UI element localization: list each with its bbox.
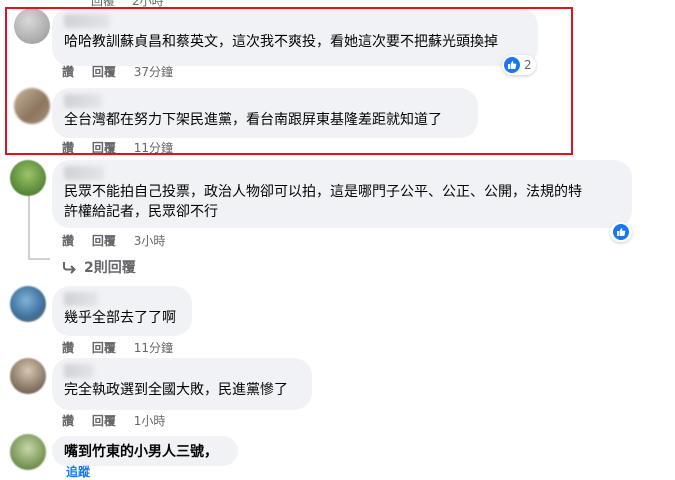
comment-text: 民眾不能拍自己投票，政治人物卻可以拍，這是哪門子公平、公正、公開，法規的特 許權… bbox=[64, 184, 582, 220]
timestamp[interactable]: 1小時 bbox=[134, 413, 166, 429]
timestamp[interactable]: 11分鐘 bbox=[134, 140, 173, 156]
commenter-name[interactable] bbox=[64, 94, 102, 108]
reply-link[interactable]: 回覆 bbox=[92, 413, 116, 429]
timestamp[interactable]: 11分鐘 bbox=[134, 340, 173, 356]
commenter-name[interactable] bbox=[64, 166, 104, 180]
timestamp[interactable]: 3小時 bbox=[134, 233, 166, 249]
comment-actions: 讚 回覆 11分鐘 bbox=[62, 140, 187, 156]
thread-connector bbox=[28, 258, 50, 260]
view-replies-button[interactable]: 2則回覆 bbox=[62, 257, 136, 277]
comment-bubble: 完全執政選到全國大敗，民進黨慘了 bbox=[52, 358, 312, 410]
commenter-name[interactable] bbox=[64, 292, 98, 306]
avatar[interactable] bbox=[14, 88, 50, 124]
reply-link[interactable]: 回覆 bbox=[92, 233, 116, 249]
reaction-number: 2 bbox=[524, 58, 532, 72]
like-icon bbox=[613, 224, 629, 240]
comment-text: 哈哈教訓蘇貞昌和蔡英文，這次我不爽投，看她這次要不把蘇光頭換掉 bbox=[64, 34, 498, 50]
replies-label: 2則回覆 bbox=[84, 260, 136, 276]
comment-actions: 讚 回覆 3小時 bbox=[62, 233, 179, 249]
like-link[interactable]: 讚 bbox=[62, 413, 74, 429]
comment-actions: 讚 回覆 11分鐘 bbox=[62, 340, 187, 356]
reply-arrow-icon bbox=[63, 262, 76, 274]
comment-text: 完全執政選到全國大敗，民進黨慘了 bbox=[64, 382, 288, 398]
reply-link[interactable]: 回覆 bbox=[92, 140, 116, 156]
previous-comment-actions: 回覆 2小時 bbox=[0, 0, 675, 8]
comment-actions: 讚 回覆 1小時 bbox=[62, 413, 179, 429]
comment-bubble: 哈哈教訓蘇貞昌和蔡英文，這次我不爽投，看她這次要不把蘇光頭換掉 bbox=[52, 8, 538, 66]
follow-link[interactable]: 追蹤 bbox=[66, 465, 90, 479]
comment-actions: 讚 回覆 37分鐘 bbox=[62, 64, 187, 80]
avatar[interactable] bbox=[14, 8, 50, 44]
avatar[interactable] bbox=[10, 434, 46, 470]
commenter-name[interactable]: 嘴到竹東的小男人三號， bbox=[64, 444, 218, 460]
like-link[interactable]: 讚 bbox=[62, 64, 74, 80]
avatar[interactable] bbox=[10, 358, 46, 394]
like-link[interactable]: 讚 bbox=[62, 140, 74, 156]
comment-bubble: 幾乎全部去了了啊 bbox=[52, 286, 192, 336]
like-link[interactable]: 讚 bbox=[62, 340, 74, 356]
avatar[interactable] bbox=[10, 160, 46, 196]
reaction-count[interactable]: 2 bbox=[502, 55, 536, 75]
comment-bubble: 嘴到竹東的小男人三號， 追蹤 bbox=[52, 436, 238, 479]
reaction-count[interactable] bbox=[610, 222, 632, 242]
comment-text: 幾乎全部去了了啊 bbox=[64, 310, 176, 326]
reply-link[interactable]: 回覆 bbox=[92, 64, 116, 80]
like-icon bbox=[504, 57, 520, 73]
comment-bubble: 民眾不能拍自己投票，政治人物卻可以拍，這是哪門子公平、公正、公開，法規的特 許權… bbox=[52, 160, 632, 228]
like-link[interactable]: 讚 bbox=[62, 233, 74, 249]
comment-text: 全台灣都在努力下架民進黨，看台南跟屏東基隆差距就知道了 bbox=[64, 112, 442, 128]
comment-bubble: 全台灣都在努力下架民進黨，看台南跟屏東基隆差距就知道了 bbox=[52, 88, 478, 138]
commenter-name[interactable] bbox=[64, 364, 94, 378]
commenter-name[interactable] bbox=[64, 14, 110, 28]
avatar[interactable] bbox=[10, 286, 46, 322]
reply-link[interactable]: 回覆 bbox=[92, 340, 116, 356]
timestamp[interactable]: 37分鐘 bbox=[134, 64, 173, 80]
